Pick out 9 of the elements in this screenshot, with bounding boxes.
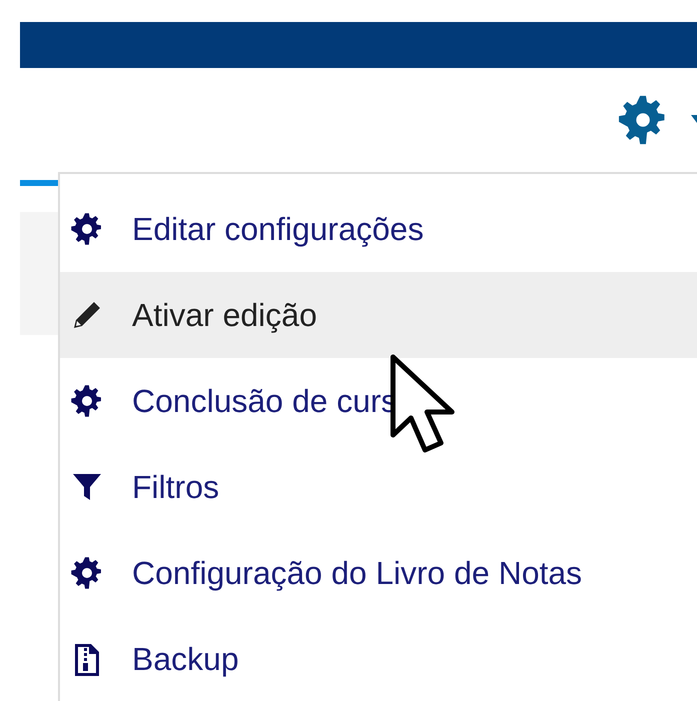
gear-icon	[70, 384, 104, 418]
menu-item[interactable]: Ativar edição	[60, 272, 697, 358]
menu-item[interactable]: Filtros	[60, 444, 697, 530]
menu-item[interactable]: Editar configurações	[60, 186, 697, 272]
menu-item[interactable]: Backup	[60, 616, 697, 701]
gear-icon	[70, 556, 104, 590]
menu-item[interactable]: Configuração do Livro de Notas	[60, 530, 697, 616]
tab-underline	[20, 180, 58, 186]
gear-icon	[70, 212, 104, 246]
